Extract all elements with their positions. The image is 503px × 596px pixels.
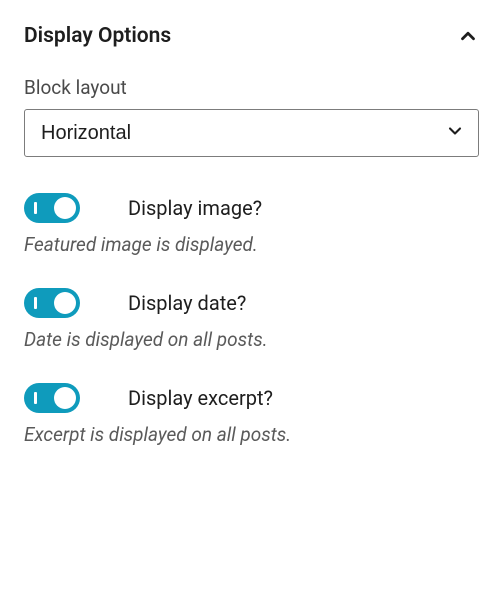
panel-header[interactable]: Display Options — [24, 24, 479, 48]
display-date-toggle[interactable] — [24, 288, 80, 318]
display-excerpt-row: Display excerpt? — [24, 383, 479, 413]
display-excerpt-label: Display excerpt? — [128, 386, 273, 410]
display-date-label: Display date? — [128, 291, 246, 315]
block-layout-select-wrap: Horizontal — [24, 109, 479, 157]
display-image-help: Featured image is displayed. — [24, 233, 479, 256]
display-date-row: Display date? — [24, 288, 479, 318]
panel-title: Display Options — [24, 24, 171, 48]
display-image-label: Display image? — [128, 196, 262, 220]
display-excerpt-toggle[interactable] — [24, 383, 80, 413]
chevron-up-icon — [457, 25, 479, 47]
block-layout-label: Block layout — [24, 76, 479, 99]
display-excerpt-help: Excerpt is displayed on all posts. — [24, 423, 479, 446]
display-date-help: Date is displayed on all posts. — [24, 328, 479, 351]
display-image-row: Display image? — [24, 193, 479, 223]
display-image-toggle[interactable] — [24, 193, 80, 223]
block-layout-select[interactable]: Horizontal — [24, 109, 479, 157]
